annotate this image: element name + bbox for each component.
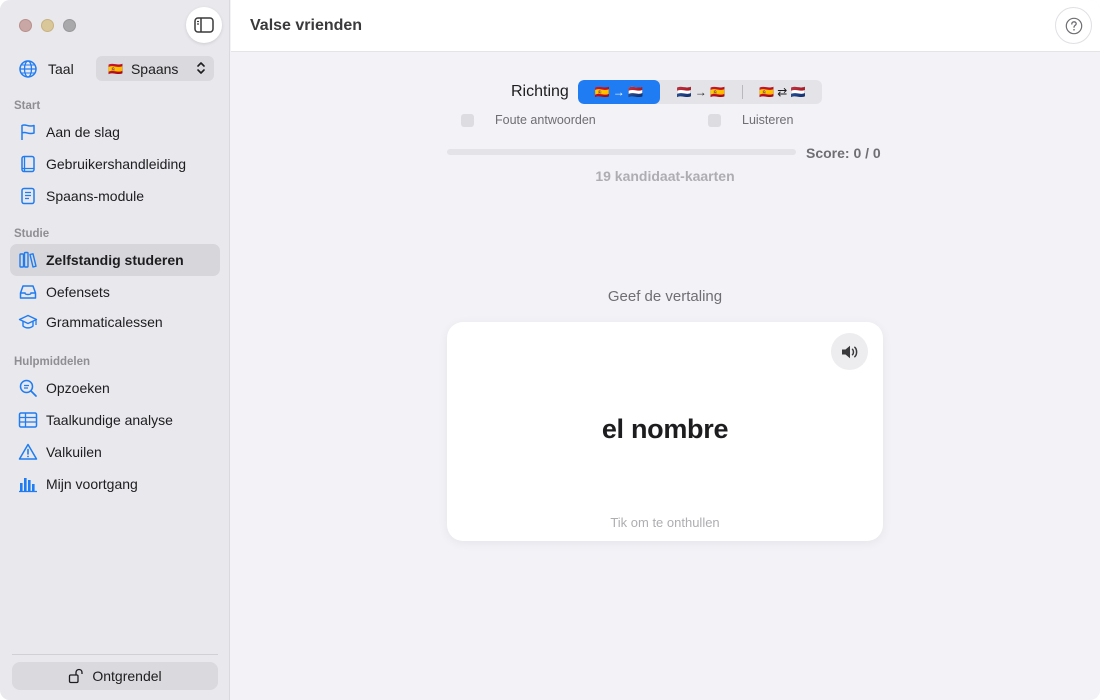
minimize-window-button[interactable] [41,19,54,32]
close-window-button[interactable] [19,19,32,32]
unlock-button[interactable]: Ontgrendel [12,662,218,690]
sidebar-toggle-button[interactable] [186,7,222,43]
question-mark-icon [1065,17,1082,34]
language-label: Taal [48,61,74,77]
unlock-icon [69,668,84,684]
books-icon [19,251,37,268]
sidebar-item-label: Zelfstandig studeren [46,252,184,268]
flag-icon [21,124,35,140]
language-row: Taal 🇪🇸 Spaans [18,56,214,82]
sidebar-item-grammaticalessen[interactable]: Grammaticalessen [10,306,220,338]
top-bar: Valse vrienden [231,0,1100,52]
sidebar-item-label: Gebruikershandleiding [46,156,187,172]
sidebar-item-aan-de-slag[interactable]: Aan de slag [10,116,220,148]
document-icon [21,187,35,205]
sidebar-item-mijn-voortgang[interactable]: Mijn voortgang [10,468,220,500]
speaker-icon [841,345,857,358]
direction-label: Richting [511,83,569,100]
chevron-up-down-icon [197,62,205,74]
sidebar-item-label: Taalkundige analyse [46,412,173,428]
sidebar-toggle-icon [194,17,214,33]
sidebar: Taal 🇪🇸 Spaans Start Aan de slag Gebruik… [0,0,230,700]
language-select-value: Spaans [130,60,179,77]
candidate-count: 19 kandidaat-kaarten [595,168,735,184]
sidebar-divider [12,654,218,655]
unlock-label: Ontgrendel [92,668,162,684]
direction-nl-to-es-option[interactable]: 🇳🇱 → 🇪🇸 [660,80,742,104]
zoom-window-button[interactable] [63,19,76,32]
graduation-cap-icon [18,314,38,329]
progress-bar [447,149,796,155]
listen-checkbox[interactable] [708,113,721,127]
tray-icon [19,285,37,299]
sidebar-item-label: Mijn voortgang [46,476,138,492]
section-title-start: Start [14,100,41,112]
wrong-answers-label: Foute antwoorden [495,113,596,127]
sidebar-item-gebruikershandleiding[interactable]: Gebruikershandleiding [10,148,220,180]
sidebar-item-label: Oefensets [46,284,110,300]
sidebar-item-spaans-module[interactable]: Spaans-module [10,180,220,212]
language-select[interactable]: 🇪🇸 Spaans [96,56,214,81]
listen-toggle[interactable]: Luisteren [708,113,793,127]
magnifier-icon [19,379,37,397]
score-label: Score: 0 / 0 [806,145,881,161]
sidebar-item-oefensets[interactable]: Oefensets [10,276,220,308]
bar-chart-icon [19,478,37,493]
app-window: Taal 🇪🇸 Spaans Start Aan de slag Gebruik… [0,0,1100,700]
section-title-studie: Studie [14,228,50,240]
page-title: Valse vrienden [250,17,363,34]
sidebar-item-label: Grammaticalessen [46,314,163,330]
help-button[interactable] [1055,7,1092,44]
window-controls [19,19,76,32]
flash-card[interactable]: el nombre Tik om te onthullen [447,322,883,541]
direction-segmented-control: 🇪🇸 → 🇳🇱 🇳🇱 → 🇪🇸 🇪🇸 ⇄ 🇳🇱 [577,80,822,104]
globe-icon [19,60,37,78]
book-icon [21,155,35,173]
sidebar-item-label: Opzoeken [46,380,110,396]
warning-icon [18,443,38,460]
card-reveal-hint: Tik om te onthullen [610,515,720,530]
direction-both-option[interactable]: 🇪🇸 ⇄ 🇳🇱 [741,85,822,99]
section-title-hulpmiddelen: Hulpmiddelen [14,356,91,368]
sidebar-item-label: Valkuilen [46,444,102,460]
listen-label: Luisteren [742,113,794,127]
direction-es-to-nl-option[interactable]: 🇪🇸 → 🇳🇱 [577,80,660,104]
sidebar-item-opzoeken[interactable]: Opzoeken [10,372,220,404]
wrong-answers-toggle[interactable]: Foute antwoorden [461,113,596,127]
sidebar-item-label: Spaans-module [46,188,145,204]
sidebar-item-taalkundige-analyse[interactable]: Taalkundige analyse [10,404,220,436]
sidebar-item-zelfstandig-studeren[interactable]: Zelfstandig studeren [10,244,220,276]
direction-control: Richting 🇪🇸 → 🇳🇱 🇳🇱 → 🇪🇸 🇪🇸 ⇄ 🇳🇱 [511,80,822,104]
table-icon [18,412,38,428]
card-word: el nombre [601,414,729,444]
sidebar-item-label: Aan de slag [46,124,120,140]
speak-button[interactable] [831,333,868,370]
card-prompt: Geef de vertaling [607,288,723,305]
spain-flag-icon: 🇪🇸 [108,61,123,76]
wrong-answers-checkbox[interactable] [461,113,474,127]
sidebar-item-valkuilen[interactable]: Valkuilen [10,436,220,468]
